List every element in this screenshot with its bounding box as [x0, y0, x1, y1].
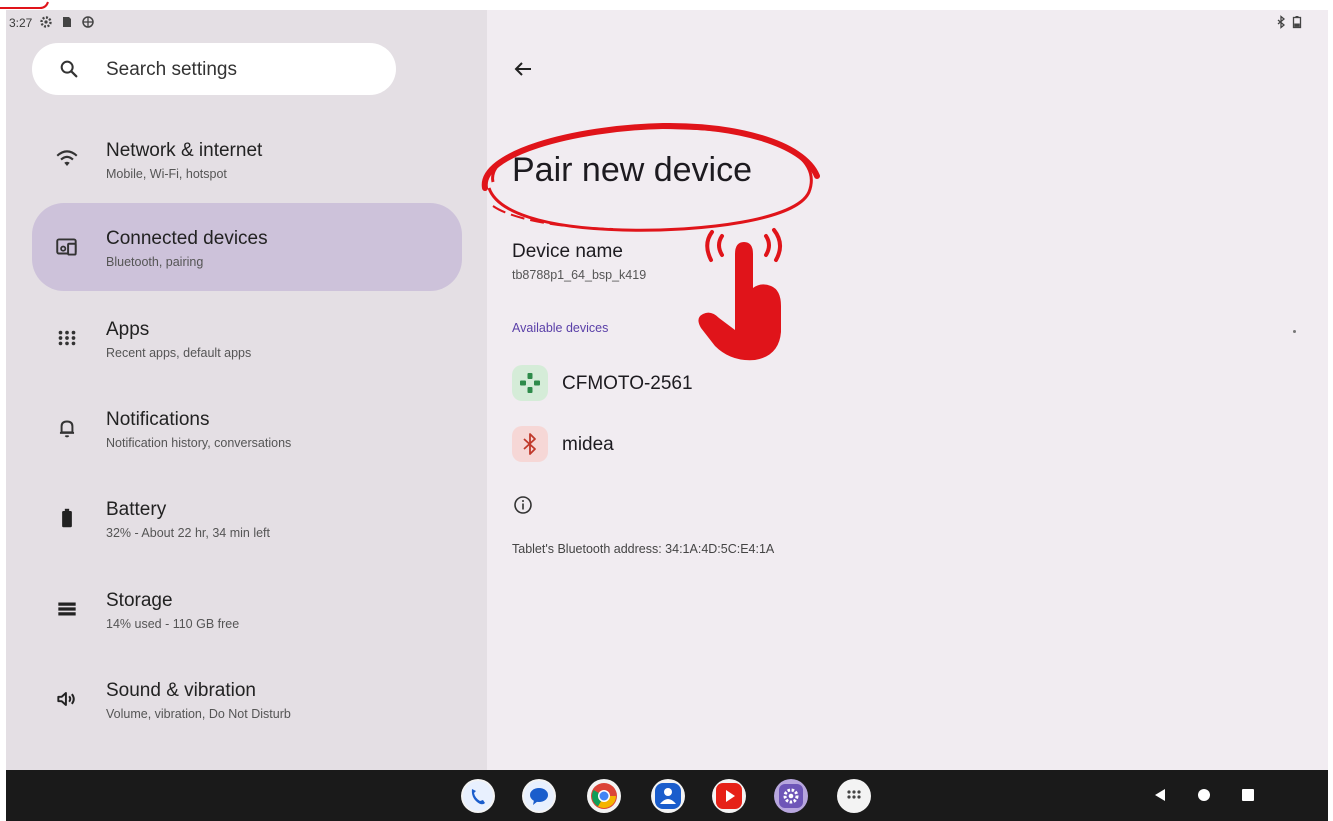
- chrome-app[interactable]: [587, 779, 621, 813]
- scan-progress-dot: [1293, 330, 1296, 333]
- youtube-app[interactable]: [712, 779, 746, 813]
- vpn-icon: [82, 16, 94, 28]
- tablet-screen: Search settings Network & internet Mobil…: [6, 10, 1328, 821]
- sidebar-item-sound[interactable]: Sound & vibration Volume, vibration, Do …: [32, 655, 462, 743]
- page-title: Pair new device: [512, 151, 753, 189]
- settings-app-icon: [779, 784, 803, 808]
- sidebar-item-subtitle: 32% - About 22 hr, 34 min left: [106, 526, 270, 540]
- device-name-value: tb8788p1_64_bsp_k419: [512, 268, 647, 282]
- gear-icon: [40, 16, 52, 28]
- chrome-app-icon: [591, 783, 617, 809]
- settings-sidebar: Search settings Network & internet Mobil…: [6, 10, 487, 770]
- sidebar-item-battery[interactable]: Battery 32% - About 22 hr, 34 min left: [32, 474, 462, 562]
- pair-device-panel: Pair new device Device name tb8788p1_64_…: [481, 10, 1328, 770]
- device-icon-bg: [512, 426, 548, 462]
- sidebar-item-title: Battery: [106, 499, 167, 520]
- device-name: CFMOTO-2561: [562, 373, 693, 394]
- sidebar-item-title: Connected devices: [106, 228, 268, 249]
- search-placeholder: Search settings: [106, 59, 237, 80]
- status-bar: 3:27: [6, 10, 1328, 36]
- status-time: 3:27: [9, 16, 33, 30]
- device-name-label[interactable]: Device name: [512, 241, 623, 263]
- sidebar-item-storage[interactable]: Storage 14% used - 110 GB free: [32, 565, 462, 653]
- nav-recents-icon[interactable]: [1240, 787, 1256, 803]
- nav-back-icon[interactable]: [1152, 787, 1168, 803]
- phone-app[interactable]: [461, 779, 495, 813]
- storage-icon: [58, 602, 76, 616]
- contacts-app-icon: [655, 783, 681, 809]
- device-name: midea: [562, 434, 614, 455]
- sidebar-item-subtitle: Bluetooth, pairing: [106, 255, 204, 269]
- sidebar-item-subtitle: Notification history, conversations: [106, 436, 292, 450]
- battery-icon: [1292, 16, 1302, 29]
- search-icon: [60, 60, 78, 78]
- sidebar-item-subtitle: Recent apps, default apps: [106, 346, 252, 360]
- sidebar-item-title: Apps: [106, 319, 150, 340]
- bell-icon: [59, 420, 75, 438]
- device-item-midea[interactable]: midea: [512, 426, 912, 464]
- app-drawer[interactable]: [837, 779, 871, 813]
- sidebar-item-title: Notifications: [106, 409, 210, 430]
- back-arrow-icon[interactable]: [511, 57, 535, 81]
- annotation-corner-mark: [0, 1, 49, 9]
- app-drawer-icon: [847, 790, 861, 799]
- available-devices-header: Available devices: [512, 321, 609, 335]
- tap-hand-annotation: [698, 228, 782, 361]
- sidebar-item-title: Storage: [106, 590, 173, 611]
- sidebar-item-subtitle: Volume, vibration, Do Not Disturb: [106, 707, 291, 721]
- bluetooth-address: Tablet's Bluetooth address: 34:1A:4D:5C:…: [512, 542, 775, 556]
- volume-icon: [57, 692, 75, 706]
- apps-grid-icon: [58, 330, 76, 346]
- wifi-icon: [56, 150, 78, 167]
- sidebar-item-apps[interactable]: Apps Recent apps, default apps: [32, 294, 462, 382]
- info-icon: [514, 496, 532, 514]
- nav-home-icon[interactable]: [1196, 787, 1212, 803]
- device-icon-bg: [512, 365, 548, 401]
- gamepad-icon: [520, 373, 540, 393]
- sidebar-item-network[interactable]: Network & internet Mobile, Wi-Fi, hotspo…: [32, 115, 462, 203]
- search-bar[interactable]: Search settings: [32, 43, 396, 95]
- sidebar-item-subtitle: Mobile, Wi-Fi, hotspot: [106, 167, 227, 181]
- battery-icon: [62, 508, 72, 528]
- sidebar-item-subtitle: 14% used - 110 GB free: [106, 617, 240, 631]
- sidebar-item-title: Network & internet: [106, 140, 263, 161]
- bluetooth-icon: [1277, 15, 1286, 29]
- connected-devices-icon: [56, 238, 77, 256]
- messages-app-icon: [524, 781, 554, 811]
- sim-icon: [63, 17, 71, 27]
- device-item-cfmoto[interactable]: CFMOTO-2561: [512, 365, 912, 403]
- bluetooth-icon: [523, 433, 536, 455]
- settings-app[interactable]: [774, 779, 808, 813]
- sidebar-item-title: Sound & vibration: [106, 680, 256, 701]
- contacts-app[interactable]: [651, 779, 685, 813]
- phone-app-icon: [463, 781, 493, 811]
- sidebar-item-connected-devices[interactable]: Connected devices Bluetooth, pairing: [32, 203, 462, 291]
- messages-app[interactable]: [522, 779, 556, 813]
- taskbar: [6, 770, 1328, 821]
- sidebar-item-notifications[interactable]: Notifications Notification history, conv…: [32, 384, 462, 472]
- youtube-app-icon: [716, 783, 742, 809]
